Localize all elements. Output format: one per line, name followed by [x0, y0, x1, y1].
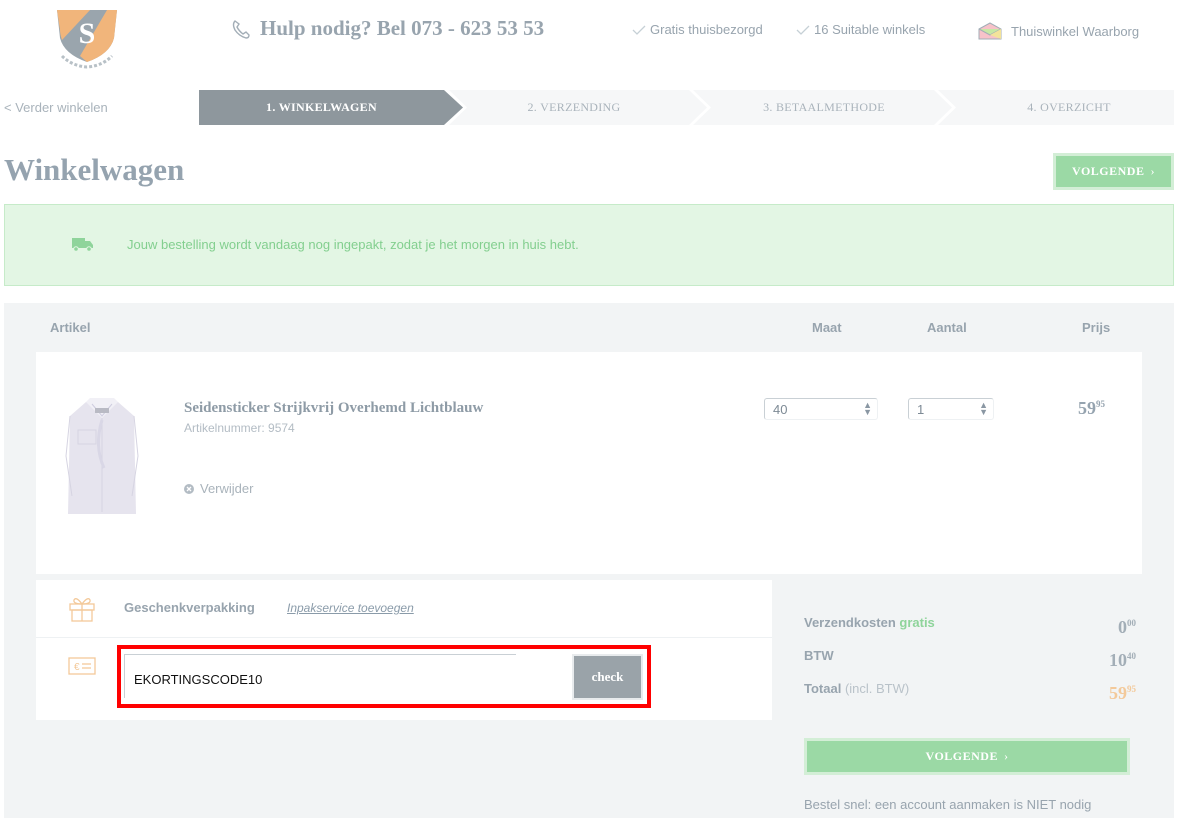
next-button-label: VOLGENDE — [1072, 164, 1145, 178]
step-overview[interactable]: 4. OVERZICHT — [949, 90, 1179, 125]
next-button-label: VOLGENDE — [925, 749, 998, 763]
remove-icon — [184, 483, 194, 494]
check-icon — [632, 25, 646, 35]
shipping-value: 000 — [1118, 617, 1136, 637]
page-title: Winkelwagen — [4, 152, 185, 187]
usp-stores: 16 Suitable winkels — [796, 22, 925, 37]
quantity-select[interactable]: 1 ▲ ▼ — [908, 398, 994, 420]
gift-wrap-link[interactable]: Inpakservice toevoegen — [287, 601, 414, 615]
step-payment[interactable]: 3. BETAALMETHODE — [704, 90, 944, 125]
truck-icon — [72, 238, 93, 252]
phone-icon — [232, 19, 250, 39]
header-aantal: Aantal — [927, 320, 967, 335]
next-button-bottom[interactable]: VOLGENDE › — [804, 738, 1130, 775]
check-code-button[interactable]: check — [572, 654, 643, 700]
logo-letter: S — [79, 17, 96, 50]
item-price: 5995 — [1078, 398, 1105, 418]
cart-item — [36, 352, 1142, 574]
logo[interactable]: S — [52, 4, 122, 70]
remove-button[interactable]: Verwijder — [184, 481, 253, 496]
help-line[interactable]: Hulp nodig? Bel 073 - 623 53 53 — [230, 16, 544, 41]
gift-icon — [68, 595, 96, 627]
delivery-notice: Jouw bestelling wordt vandaag nog ingepa… — [4, 204, 1174, 286]
check-icon — [796, 25, 810, 35]
waarborg-label: Thuiswinkel Waarborg — [1011, 23, 1140, 39]
voucher-icon: € — [68, 657, 96, 680]
vat-value: 1040 — [1109, 650, 1136, 670]
header-prijs: Prijs — [1082, 320, 1111, 335]
usp-free-delivery: Gratis thuisbezorgd — [632, 22, 763, 37]
next-button-top[interactable]: VOLGENDE › — [1053, 153, 1174, 190]
chevron-right-icon: › — [1150, 164, 1155, 178]
select-arrows-icon: ▲ ▼ — [979, 400, 988, 417]
select-arrows-icon: ▲ ▼ — [863, 400, 872, 417]
chevron-right-icon: › — [1003, 749, 1009, 763]
size-value: 40 — [773, 401, 788, 417]
article-number: Artikelnummer: 9574 — [184, 421, 295, 435]
continue-shopping-link[interactable]: < Verder winkelen — [4, 100, 108, 115]
checkout-steps: 1. WINKELWAGEN 2. VERZENDING 3. BETAALME… — [199, 90, 1174, 125]
quantity-value: 1 — [917, 401, 925, 417]
discount-code-input[interactable] — [124, 654, 516, 698]
header-artikel: Artikel — [50, 320, 91, 335]
gift-wrap-label: Geschenkverpakking — [124, 600, 255, 615]
total-label: Totaal (incl. BTW) — [804, 681, 910, 696]
waarborg[interactable]: Thuiswinkel Waarborg — [978, 22, 1139, 40]
total-value: 5995 — [1109, 683, 1136, 703]
usp-label: 16 Suitable winkels — [814, 22, 926, 37]
svg-text:€: € — [74, 662, 80, 673]
usp-label: Gratis thuisbezorgd — [650, 22, 763, 37]
no-account-note: Bestel snel: een account aanmaken is NIE… — [804, 797, 1092, 812]
size-select[interactable]: 40 ▲ ▼ — [764, 398, 878, 420]
product-image[interactable] — [64, 396, 140, 523]
vat-label: BTW — [804, 648, 834, 663]
product-name[interactable]: Seidensticker Strijkvrij Overhemd Lichtb… — [184, 400, 483, 417]
notice-text: Jouw bestelling wordt vandaag nog ingepa… — [127, 237, 579, 252]
envelope-icon — [978, 22, 1002, 40]
divider — [36, 637, 772, 638]
step-cart[interactable]: 1. WINKELWAGEN — [199, 90, 444, 125]
help-text: Hulp nodig? Bel 073 - 623 53 53 — [260, 16, 545, 40]
remove-label: Verwijder — [200, 481, 254, 496]
step-shipping[interactable]: 2. VERZENDING — [454, 90, 694, 125]
header-maat: Maat — [812, 320, 842, 335]
shipping-label: Verzendkosten gratis — [804, 615, 935, 630]
